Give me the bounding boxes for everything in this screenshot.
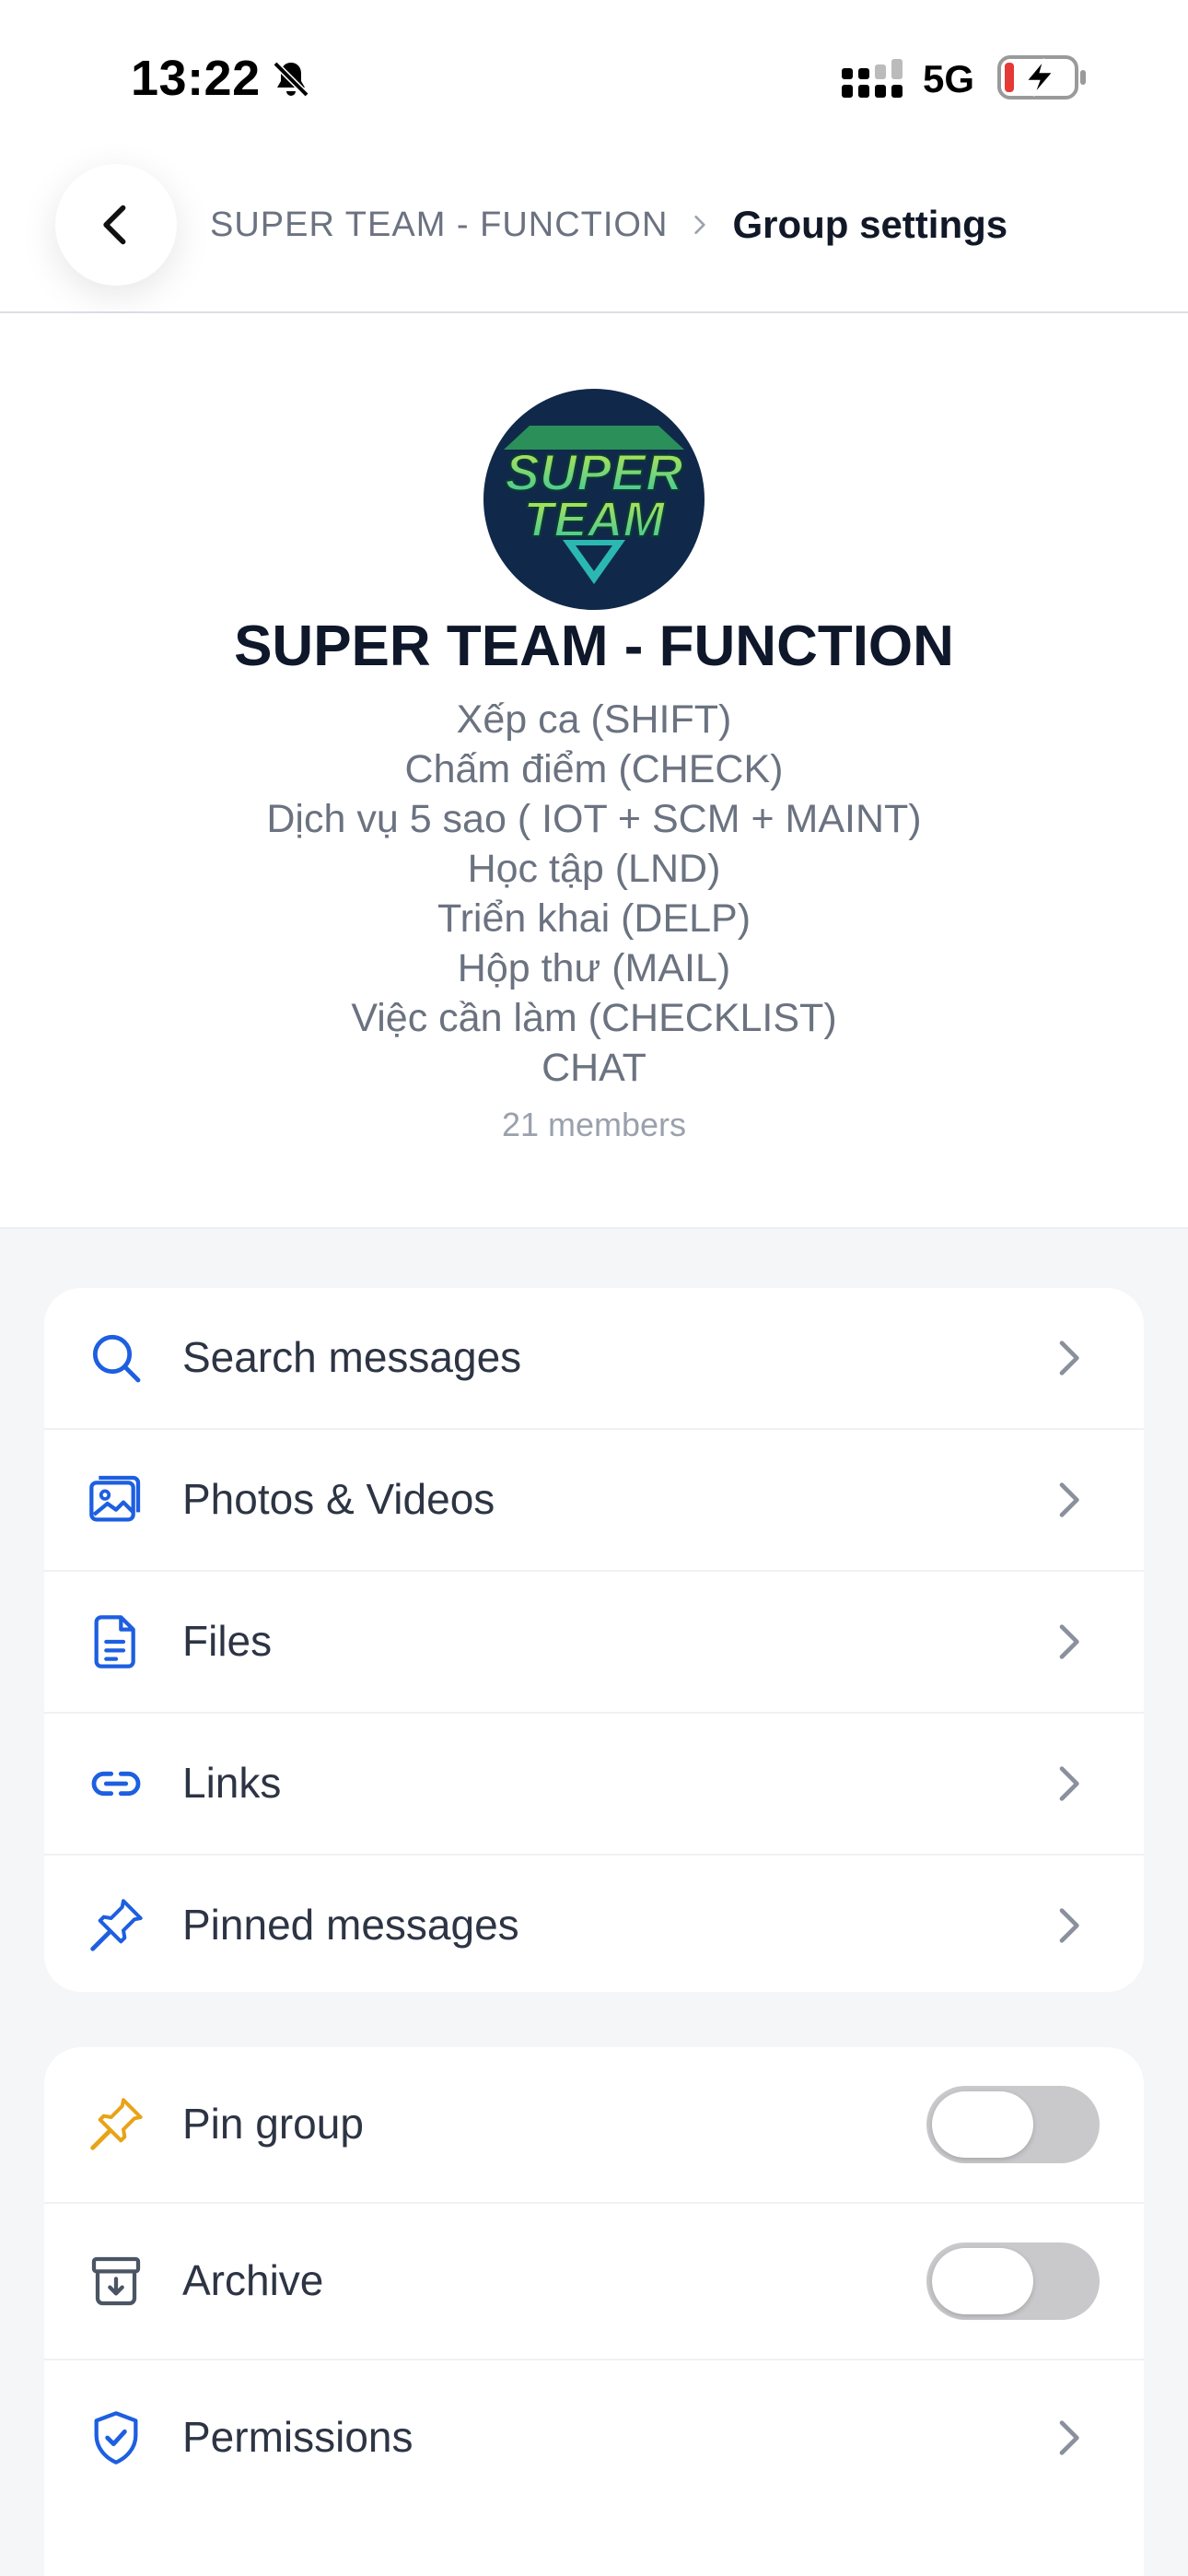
toggle-knob (932, 2248, 1033, 2314)
svg-text:TEAM: TEAM (524, 492, 666, 547)
description-line: Chấm điểm (CHECK) (404, 747, 784, 791)
group-settings-card: Pin group Archive Permissions (44, 2047, 1144, 2576)
row-label: Files (182, 1617, 273, 1665)
description-line: Xếp ca (SHIFT) (456, 697, 732, 742)
archive-toggle[interactable] (926, 2242, 1100, 2320)
link-icon (91, 1771, 141, 1797)
archive-row: Archive (44, 2204, 1144, 2360)
chevron-right-icon (688, 213, 712, 237)
row-label: Photos & Videos (182, 1475, 495, 1523)
photos-videos-row[interactable]: Photos & Videos (44, 1430, 1144, 1572)
pin-group-row: Pin group (44, 2047, 1144, 2204)
breadcrumb: SUPER TEAM - FUNCTION Group settings (210, 203, 1007, 247)
breadcrumb-parent[interactable]: SUPER TEAM - FUNCTION (210, 205, 668, 245)
pin-group-toggle[interactable] (926, 2086, 1100, 2163)
file-icon (94, 1615, 135, 1669)
description-line: Hộp thư (MAIL) (457, 946, 731, 990)
pin-icon (90, 1899, 143, 1951)
row-label: Pin group (182, 2100, 364, 2148)
row-label: Archive (182, 2256, 324, 2304)
chevron-right-icon (1059, 1766, 1079, 1801)
row-label: Pinned messages (182, 1901, 519, 1949)
description-line: CHAT (542, 1046, 646, 1090)
group-profile: SUPER TEAM SUPER TEAM - FUNCTION Xếp ca … (0, 313, 1188, 1229)
battery-charging-icon (997, 55, 1086, 100)
status-time: 13:22 (131, 51, 261, 106)
bell-muted-icon (273, 61, 309, 98)
content-menu-card: Search messages Photos & Videos Files Li… (44, 1288, 1144, 1992)
description-line: Dịch vụ 5 sao ( IOT + SCM + MAINT) (266, 797, 922, 841)
signal-icon (842, 59, 903, 98)
group-name: SUPER TEAM - FUNCTION (234, 615, 954, 678)
back-button[interactable] (55, 164, 177, 286)
archive-icon (91, 2256, 141, 2306)
pin-icon (90, 2098, 143, 2150)
chevron-right-icon (1059, 1482, 1079, 1517)
header: SUPER TEAM - FUNCTION Group settings (0, 157, 1188, 313)
search-messages-row[interactable]: Search messages (44, 1288, 1144, 1430)
description-line: Học tập (LND) (467, 847, 721, 891)
search-icon (92, 1334, 141, 1383)
links-row[interactable]: Links (44, 1714, 1144, 1856)
description-line: Việc cần làm (CHECKLIST) (351, 996, 837, 1040)
row-label: Links (182, 1759, 282, 1807)
breadcrumb-current: Group settings (732, 203, 1008, 246)
group-avatar[interactable]: SUPER TEAM (483, 389, 705, 610)
photos-icon (89, 1475, 141, 1522)
pinned-messages-row[interactable]: Pinned messages (44, 1856, 1144, 1992)
member-count[interactable]: 21 members (0, 1106, 1188, 1144)
chevron-right-icon (1059, 1341, 1079, 1376)
super-team-logo-icon: SUPER TEAM (504, 426, 684, 584)
status-bar: 13:22 5G (0, 0, 1188, 157)
row-label: Permissions (182, 2413, 413, 2461)
permissions-row[interactable]: Permissions (44, 2360, 1144, 2515)
chevron-right-icon (1059, 1908, 1079, 1943)
network-label: 5G (923, 57, 975, 100)
toggle-knob (932, 2091, 1033, 2158)
chevron-right-icon (1059, 1624, 1079, 1659)
shield-icon (94, 2411, 138, 2465)
description-line: Triển khai (DELP) (437, 896, 751, 941)
row-label: Search messages (182, 1333, 522, 1381)
files-row[interactable]: Files (44, 1572, 1144, 1714)
group-description: Xếp ca (SHIFT) Chấm điểm (CHECK) Dịch vụ… (0, 695, 1188, 1093)
chevron-right-icon (1059, 2420, 1079, 2455)
chevron-left-icon (103, 205, 126, 245)
